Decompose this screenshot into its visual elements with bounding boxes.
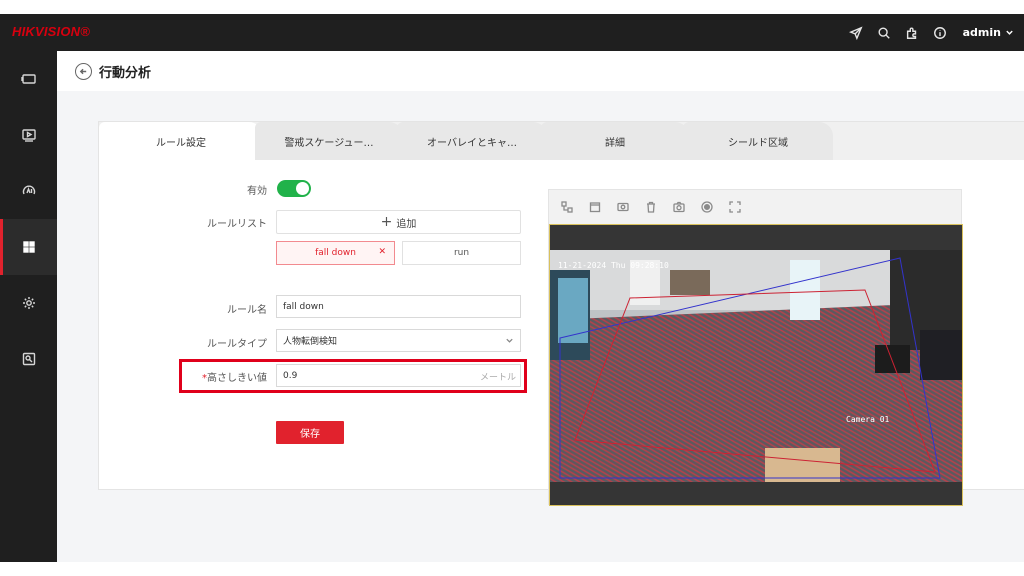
draw-icon[interactable] <box>615 199 631 215</box>
save-button[interactable]: 保存 <box>276 421 344 444</box>
gear-icon <box>22 297 35 309</box>
ai-icon <box>22 185 35 195</box>
sidebar-item-playback[interactable] <box>0 107 57 163</box>
send-icon[interactable] <box>848 25 863 40</box>
camera-image <box>550 250 962 482</box>
rule-chip-fall-down[interactable]: fall down ✕ <box>276 241 395 265</box>
sidebar <box>0 51 57 562</box>
clear-icon[interactable] <box>587 199 603 215</box>
rule-type-select[interactable]: 人物転倒検知 <box>276 329 521 352</box>
app-window: HIKVISION® admin 行動分析 ルール設定 警戒スケージュー… オー… <box>0 14 1024 562</box>
add-label: 追加 <box>396 218 417 230</box>
snapshot-icon[interactable] <box>671 199 687 215</box>
config-panel: ルール設定 警戒スケージュー… オーバレイとキャ… 詳細 シールド区域 有効 ル… <box>98 121 1024 506</box>
user-menu[interactable]: admin <box>963 26 1014 39</box>
rule-chip-run[interactable]: run <box>402 241 521 265</box>
image-icon <box>22 352 35 366</box>
sidebar-item-live-view[interactable] <box>0 51 57 107</box>
tab-bar: ルール設定 警戒スケージュー… オーバレイとキャ… 詳細 シールド区域 <box>99 122 1024 160</box>
region-icon[interactable] <box>559 199 575 215</box>
page-header: 行動分析 <box>57 51 1024 91</box>
sidebar-item-picture[interactable] <box>0 331 57 387</box>
brand-logo: HIKVISION® <box>12 24 91 39</box>
page-title: 行動分析 <box>99 65 152 81</box>
record-icon[interactable] <box>699 199 715 215</box>
user-name: admin <box>962 26 1001 39</box>
rule-name-value: fall down <box>283 301 324 312</box>
chevron-down-icon <box>505 336 514 345</box>
back-button[interactable] <box>75 62 92 80</box>
chevron-down-icon <box>1006 30 1013 35</box>
top-actions: admin <box>848 14 1014 51</box>
rule-list-label: ルールリスト <box>207 219 267 230</box>
video-panel: 11-21-2024 Thu 09:28:10 Camera 01 <box>548 189 963 506</box>
arrow-left-icon <box>79 68 87 74</box>
fullscreen-icon[interactable] <box>727 199 743 215</box>
sidebar-item-apps[interactable] <box>0 219 57 275</box>
tab-advanced[interactable]: 詳細 <box>541 122 689 160</box>
tab-shield-area[interactable]: シールド区域 <box>683 122 833 160</box>
rule-name-label: ルール名 <box>227 305 267 316</box>
osd-datetime: 11-21-2024 Thu 09:28:10 <box>558 261 669 270</box>
plus-icon: + <box>380 214 393 230</box>
video-toolbar <box>549 190 963 224</box>
close-icon[interactable]: ✕ <box>378 247 386 257</box>
camera-feed[interactable]: 11-21-2024 Thu 09:28:10 Camera 01 <box>549 224 963 506</box>
info-icon[interactable] <box>933 26 947 40</box>
add-rule-button[interactable]: + 追加 <box>276 210 521 234</box>
tab-rule-settings[interactable]: ルール設定 <box>99 122 263 160</box>
monitor-icon <box>20 74 36 84</box>
sidebar-item-settings[interactable] <box>0 275 57 331</box>
rule-chip-label: run <box>453 248 470 258</box>
sidebar-item-ai[interactable] <box>0 163 57 219</box>
enabled-label: 有効 <box>247 186 267 197</box>
delete-icon[interactable] <box>643 199 659 215</box>
tab-arming-schedule[interactable]: 警戒スケージュー… <box>255 122 403 160</box>
top-bar: HIKVISION® admin <box>0 14 1024 51</box>
rule-type-label: ルールタイプ <box>207 339 267 350</box>
rule-name-input[interactable]: fall down <box>276 295 521 318</box>
osd-camera-name: Camera 01 <box>846 415 890 424</box>
search-icon[interactable] <box>877 26 891 40</box>
puzzle-icon[interactable] <box>905 26 919 40</box>
rule-type-value: 人物転倒検知 <box>283 337 338 347</box>
tab-overlay-capture[interactable]: オーバレイとキャ… <box>397 122 547 160</box>
highlight-box <box>179 359 527 393</box>
enabled-toggle[interactable] <box>277 180 311 197</box>
play-icon <box>21 129 36 142</box>
grid-icon <box>22 241 35 253</box>
rule-chip-label: fall down <box>315 248 356 258</box>
